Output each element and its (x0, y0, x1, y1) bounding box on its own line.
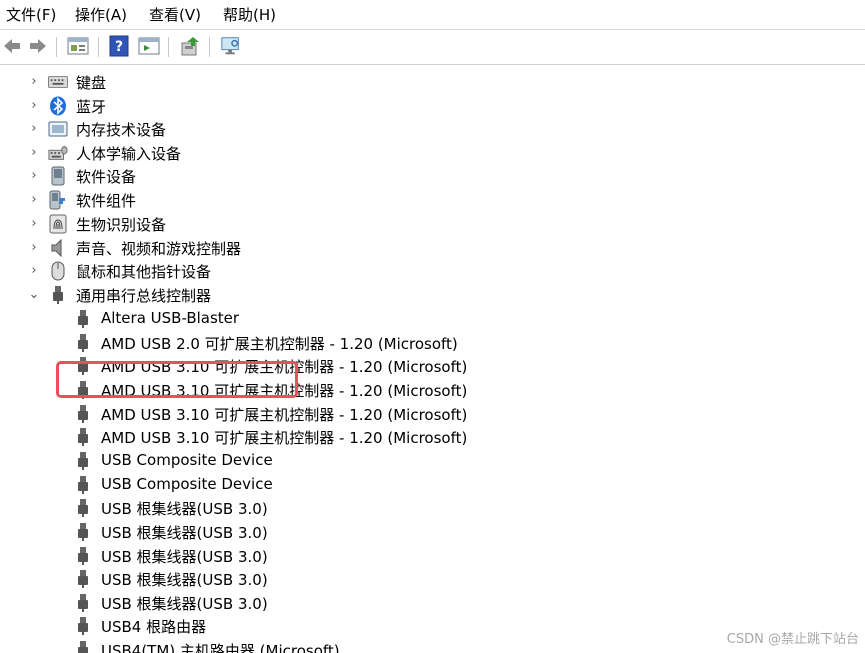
usb-device-label: USB 根集线器(USB 3.0) (101, 571, 268, 589)
back-arrow-icon[interactable] (1, 35, 23, 57)
usb-device-row[interactable]: USB 根集线器(USB 3.0) (0, 496, 865, 519)
biometric-icon (48, 214, 68, 234)
tree-row-software-component[interactable]: › 软件组件 (0, 188, 865, 211)
tree-row-software-device[interactable]: › 软件设备 (0, 164, 865, 187)
usb-device-label: USB4 根路由器 (101, 618, 207, 636)
keyboard-icon (48, 72, 68, 92)
chevron-right-icon[interactable]: › (27, 120, 41, 136)
usb-device-label: USB 根集线器(USB 3.0) (101, 595, 268, 613)
usb-device-icon (73, 498, 93, 518)
chevron-right-icon[interactable]: › (27, 239, 41, 255)
tree-row-usb-controllers[interactable]: ⌄ 通用串行总线控制器 (0, 283, 865, 306)
tree-label: 键盘 (76, 74, 107, 92)
usb-device-icon (73, 404, 93, 424)
usb-device-label: AMD USB 3.10 可扩展主机控制器 - 1.20 (Microsoft) (101, 406, 468, 424)
chevron-right-icon[interactable]: › (27, 144, 41, 160)
tree-row-biometric[interactable]: › 生物识别设备 (0, 212, 865, 235)
hid-icon (48, 143, 68, 163)
usb-device-icon (73, 616, 93, 636)
software-device-icon (48, 166, 68, 186)
menu-help[interactable]: 帮助(H) (223, 4, 276, 25)
usb-device-icon (73, 427, 93, 447)
usb-device-label: USB 根集线器(USB 3.0) (101, 524, 268, 542)
usb-device-icon (73, 475, 93, 495)
view-pane-icon[interactable] (138, 35, 160, 57)
tree-label: 通用串行总线控制器 (76, 287, 212, 305)
menu-action[interactable]: 操作(A) (75, 4, 127, 25)
tree-label: 内存技术设备 (76, 121, 167, 139)
toolbar: ? (0, 29, 865, 65)
menu-bar: 文件(F) 操作(A) 查看(V) 帮助(H) (0, 0, 865, 28)
tree-label: 生物识别设备 (76, 216, 167, 234)
tree-row-bluetooth[interactable]: › 蓝牙 (0, 94, 865, 117)
usb-device-row[interactable]: USB Composite Device (0, 473, 865, 496)
chevron-right-icon[interactable]: › (27, 215, 41, 231)
usb-device-row[interactable]: USB 根集线器(USB 3.0) (0, 567, 865, 590)
usb-device-icon (73, 546, 93, 566)
bluetooth-icon (48, 96, 68, 116)
chevron-right-icon[interactable]: › (27, 167, 41, 183)
tree-label: 蓝牙 (76, 98, 107, 116)
svg-text:?: ? (115, 39, 123, 55)
usb-device-label: USB Composite Device (101, 475, 273, 493)
tree-label: 声音、视频和游戏控制器 (76, 240, 242, 258)
usb-device-row[interactable]: Altera USB-Blaster (0, 307, 865, 330)
tree-row-memory[interactable]: › 内存技术设备 (0, 117, 865, 140)
device-tree: › 键盘 › 蓝牙 › 内存技术设备 › 人体学输入设备 › 软件设备 › 软件… (0, 66, 865, 653)
usb-device-label: USB4(TM) 主机路由器 (Microsoft) (101, 642, 340, 653)
usb-device-row[interactable]: USB Composite Device (0, 449, 865, 472)
forward-arrow-icon[interactable] (27, 35, 49, 57)
usb-device-row[interactable]: USB 根集线器(USB 3.0) (0, 591, 865, 614)
usb-device-label: Altera USB-Blaster (101, 309, 240, 327)
tree-label: 人体学输入设备 (76, 145, 182, 163)
help-icon[interactable]: ? (108, 35, 130, 57)
menu-view[interactable]: 查看(V) (149, 4, 201, 25)
usb-device-icon (73, 593, 93, 613)
chevron-down-icon[interactable]: ⌄ (27, 286, 41, 302)
tree-label: 软件设备 (76, 168, 137, 186)
usb-device-icon (73, 309, 93, 329)
chevron-right-icon[interactable]: › (27, 97, 41, 113)
usb-device-label: USB 根集线器(USB 3.0) (101, 500, 268, 518)
usb-device-row[interactable]: AMD USB 2.0 可扩展主机控制器 - 1.20 (Microsoft) (0, 331, 865, 354)
software-component-icon (48, 190, 68, 210)
tree-row-hid[interactable]: › 人体学输入设备 (0, 141, 865, 164)
usb-device-icon (73, 640, 93, 653)
tree-label: 鼠标和其他指针设备 (76, 263, 212, 281)
tree-row-sound[interactable]: › 声音、视频和游戏控制器 (0, 236, 865, 259)
usb-device-label: AMD USB 2.0 可扩展主机控制器 - 1.20 (Microsoft) (101, 335, 458, 353)
update-driver-icon[interactable] (179, 35, 201, 57)
usb-icon (48, 285, 68, 305)
tree-label: 软件组件 (76, 192, 137, 210)
usb-device-icon (73, 569, 93, 589)
chevron-right-icon[interactable]: › (27, 191, 41, 207)
usb-device-label: AMD USB 3.10 可扩展主机控制器 - 1.20 (Microsoft) (101, 429, 468, 447)
tree-row-mouse[interactable]: › 鼠标和其他指针设备 (0, 259, 865, 282)
mouse-icon (48, 261, 68, 281)
menu-file[interactable]: 文件(F) (6, 4, 56, 25)
speaker-icon (48, 238, 68, 258)
chevron-right-icon[interactable]: › (27, 73, 41, 89)
memory-icon (48, 119, 68, 139)
tree-row-keyboard[interactable]: › 键盘 (0, 70, 865, 93)
usb-device-row[interactable]: AMD USB 3.10 可扩展主机控制器 - 1.20 (Microsoft) (0, 402, 865, 425)
usb-device-row[interactable]: USB 根集线器(USB 3.0) (0, 520, 865, 543)
usb-device-label: USB 根集线器(USB 3.0) (101, 548, 268, 566)
usb-device-icon (73, 451, 93, 471)
scan-hardware-icon[interactable] (220, 35, 242, 57)
chevron-right-icon[interactable]: › (27, 262, 41, 278)
usb-device-row[interactable]: AMD USB 3.10 可扩展主机控制器 - 1.20 (Microsoft) (0, 425, 865, 448)
usb-device-label: USB Composite Device (101, 451, 273, 469)
usb-device-icon (73, 333, 93, 353)
properties-icon[interactable] (67, 35, 89, 57)
watermark: CSDN @禁止跳下站台 (726, 632, 859, 647)
highlight-box (56, 361, 298, 398)
usb-device-row[interactable]: USB 根集线器(USB 3.0) (0, 544, 865, 567)
usb-device-icon (73, 522, 93, 542)
